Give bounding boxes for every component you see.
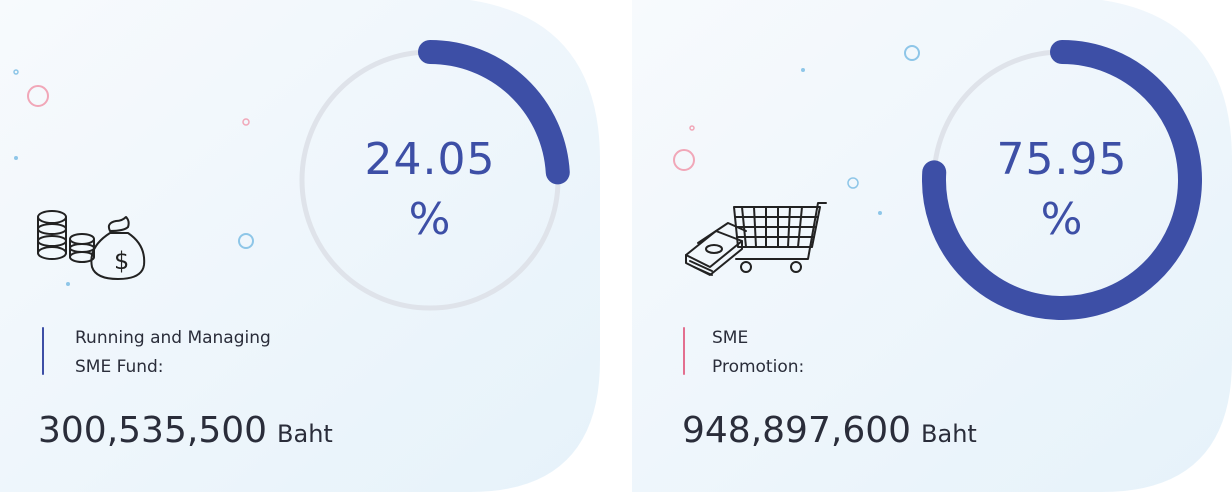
amount-unit: Baht <box>277 420 333 448</box>
percentage-sign: % <box>1040 194 1084 245</box>
percentage-value: 75.95 <box>996 134 1128 185</box>
label-accent-bar <box>42 327 44 375</box>
percentage-value: 24.05 <box>364 134 496 185</box>
category-label-line2: SME Fund: <box>75 357 164 377</box>
category-label: SME Promotion: <box>712 324 804 382</box>
amount-value: 300,535,500 <box>38 410 268 451</box>
shopping-cart-money-icon <box>685 202 827 276</box>
percentage-label: 24.05 % <box>320 130 540 250</box>
money-bags-coins-icon: $ <box>37 210 146 280</box>
percentage-label: 75.95 % <box>952 130 1172 250</box>
category-label: Running and Managing SME Fund: <box>75 324 271 382</box>
category-label-line2: Promotion: <box>712 357 805 377</box>
amount-value: 948,897,600 <box>682 410 912 451</box>
budget-amount: 300,535,500 Baht <box>38 410 333 451</box>
amount-unit: Baht <box>921 420 977 448</box>
budget-amount: 948,897,600 Baht <box>682 410 977 451</box>
category-label-line1: SME <box>712 328 749 348</box>
budget-card-sme-fund: $ 24.05 % Running and Managing SME Fund:… <box>0 0 600 492</box>
label-accent-bar <box>683 327 685 375</box>
svg-text:$: $ <box>114 247 129 275</box>
percentage-sign: % <box>408 194 452 245</box>
category-label-line1: Running and Managing <box>75 328 271 348</box>
budget-card-sme-promotion: 75.95 % SME Promotion: 948,897,600 Baht <box>632 0 1232 492</box>
